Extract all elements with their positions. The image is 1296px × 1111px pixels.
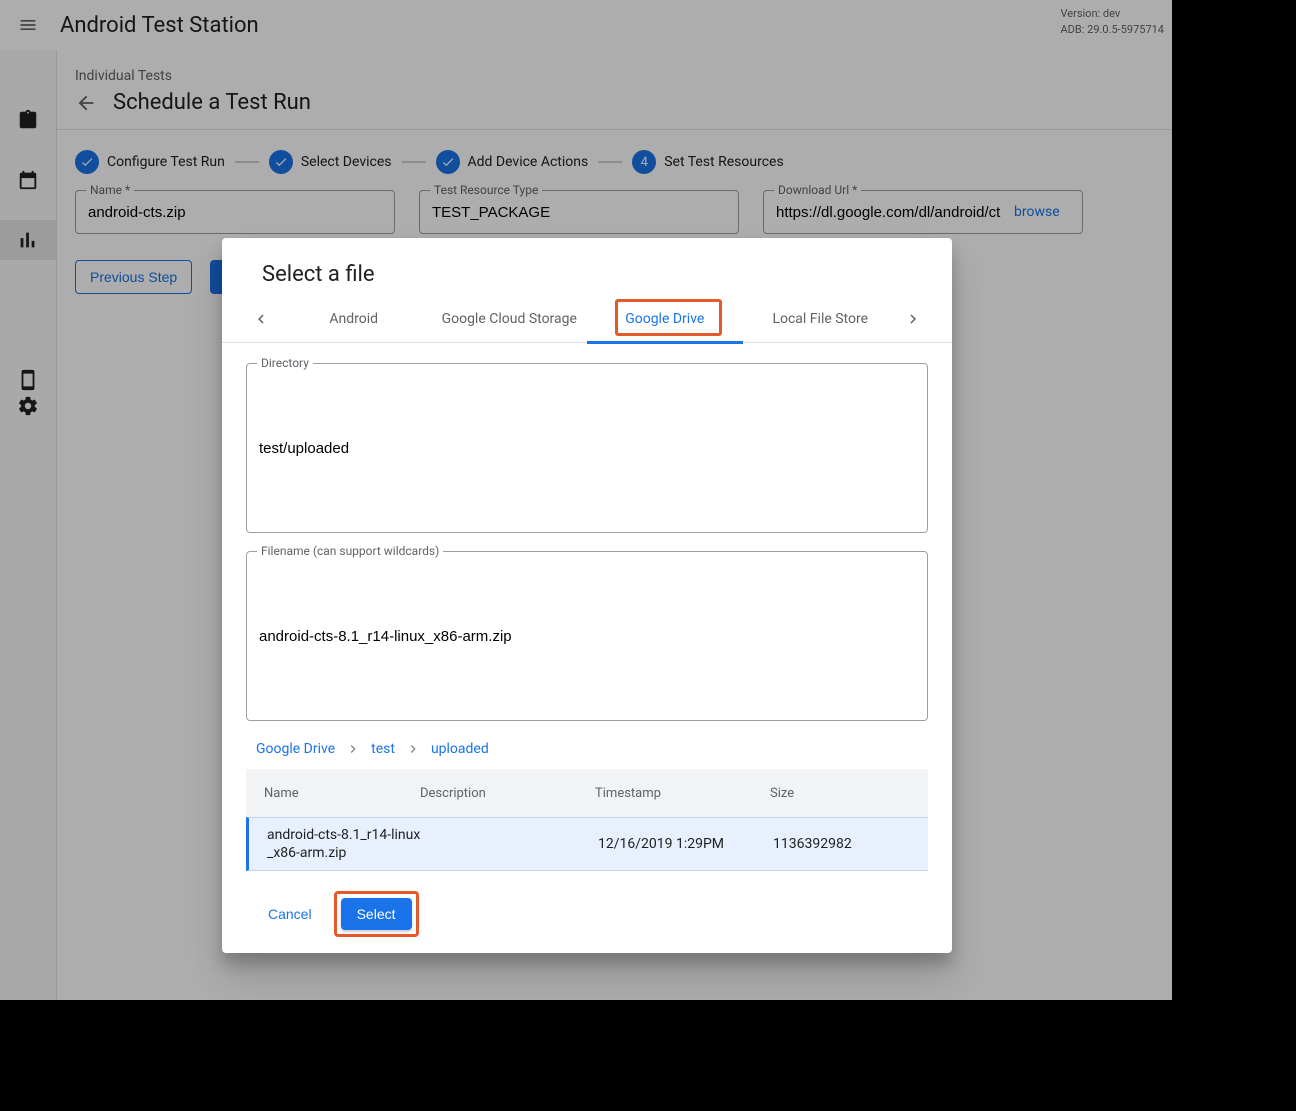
col-description: Description	[420, 786, 595, 801]
directory-input[interactable]	[259, 440, 915, 457]
tab-google-drive[interactable]: Google Drive	[587, 295, 743, 343]
check-icon	[436, 150, 460, 174]
type-field[interactable]: Test Resource Type	[419, 190, 739, 234]
check-icon	[269, 150, 293, 174]
check-icon	[75, 150, 99, 174]
previous-step-button[interactable]: Previous Step	[75, 260, 192, 294]
field-label: Name *	[86, 183, 134, 197]
adb-label: ADB: 29.0.5-5975714	[1061, 22, 1165, 38]
nav-rail	[0, 50, 56, 1000]
assignments-icon[interactable]	[0, 100, 56, 140]
step-connector	[235, 161, 259, 163]
field-label: Test Resource Type	[430, 183, 542, 197]
settings-icon[interactable]	[0, 386, 56, 426]
col-name: Name	[250, 786, 420, 801]
version-info: Version: dev ADB: 29.0.5-5975714	[1061, 6, 1165, 38]
tab-local-file-store[interactable]: Local File Store	[743, 295, 899, 343]
calendar-icon[interactable]	[0, 160, 56, 200]
chevron-right-icon	[345, 741, 361, 757]
app-title: Android Test Station	[60, 13, 259, 38]
step-connector	[402, 161, 426, 163]
step-number: 4	[632, 150, 656, 174]
page-title: Schedule a Test Run	[113, 90, 311, 115]
dialog-title: Select a file	[222, 238, 952, 295]
step-2[interactable]: Select Devices	[269, 150, 392, 174]
path-breadcrumbs: Google Drive test uploaded	[242, 739, 928, 765]
filename-field[interactable]: Filename (can support wildcards)	[246, 551, 928, 721]
type-input[interactable]	[432, 204, 726, 221]
version-label: Version: dev	[1061, 6, 1165, 22]
url-field[interactable]: Download Url * browse	[763, 190, 1083, 234]
directory-field[interactable]: Directory	[246, 363, 928, 533]
step-label: Add Device Actions	[468, 154, 589, 170]
cell-name: android-cts-8.1_r14-linux_x86-arm.zip	[253, 826, 423, 862]
bar-chart-icon[interactable]	[0, 220, 56, 260]
step-1[interactable]: Configure Test Run	[75, 150, 225, 174]
field-label: Directory	[257, 356, 313, 370]
crumb-link[interactable]: uploaded	[431, 741, 489, 757]
chevron-right-icon	[405, 741, 421, 757]
select-button[interactable]: Select	[341, 898, 412, 930]
name-input[interactable]	[88, 204, 382, 221]
step-4[interactable]: 4 Set Test Resources	[632, 150, 783, 174]
step-connector	[598, 161, 622, 163]
tab-android[interactable]: Android	[276, 295, 432, 343]
table-row[interactable]: android-cts-8.1_r14-linux_x86-arm.zip 12…	[246, 817, 928, 871]
breadcrumb: Individual Tests	[75, 68, 1154, 84]
filename-input[interactable]	[259, 628, 915, 645]
field-label: Download Url *	[774, 183, 861, 197]
select-highlight: Select	[334, 891, 419, 937]
app-topbar: Android Test Station Version: dev ADB: 2…	[0, 0, 1172, 50]
cell-timestamp: 12/16/2019 1:29PM	[598, 836, 773, 852]
col-timestamp: Timestamp	[595, 786, 770, 801]
file-picker-dialog: Select a file Android Google Cloud Stora…	[222, 238, 952, 953]
stepper: Configure Test Run Select Devices Add De…	[57, 130, 1172, 182]
menu-icon[interactable]	[8, 5, 48, 45]
crumb-link[interactable]: Google Drive	[256, 741, 335, 757]
url-input[interactable]	[776, 204, 1006, 221]
crumb-link[interactable]: test	[371, 741, 395, 757]
tab-scroll-right[interactable]	[898, 295, 928, 343]
cell-size: 1136392982	[773, 836, 903, 852]
step-label: Set Test Resources	[664, 154, 783, 170]
tab-scroll-left[interactable]	[246, 295, 276, 343]
tab-gcs[interactable]: Google Cloud Storage	[432, 295, 588, 343]
browse-link[interactable]: browse	[1014, 204, 1060, 220]
step-label: Configure Test Run	[107, 154, 225, 170]
step-label: Select Devices	[301, 154, 392, 170]
step-3[interactable]: Add Device Actions	[436, 150, 589, 174]
field-label: Filename (can support wildcards)	[257, 544, 443, 558]
table-header: Name Description Timestamp Size	[246, 769, 928, 817]
name-field[interactable]: Name *	[75, 190, 395, 234]
cancel-button[interactable]: Cancel	[258, 898, 322, 930]
back-icon[interactable]	[75, 92, 97, 114]
col-size: Size	[770, 786, 900, 801]
